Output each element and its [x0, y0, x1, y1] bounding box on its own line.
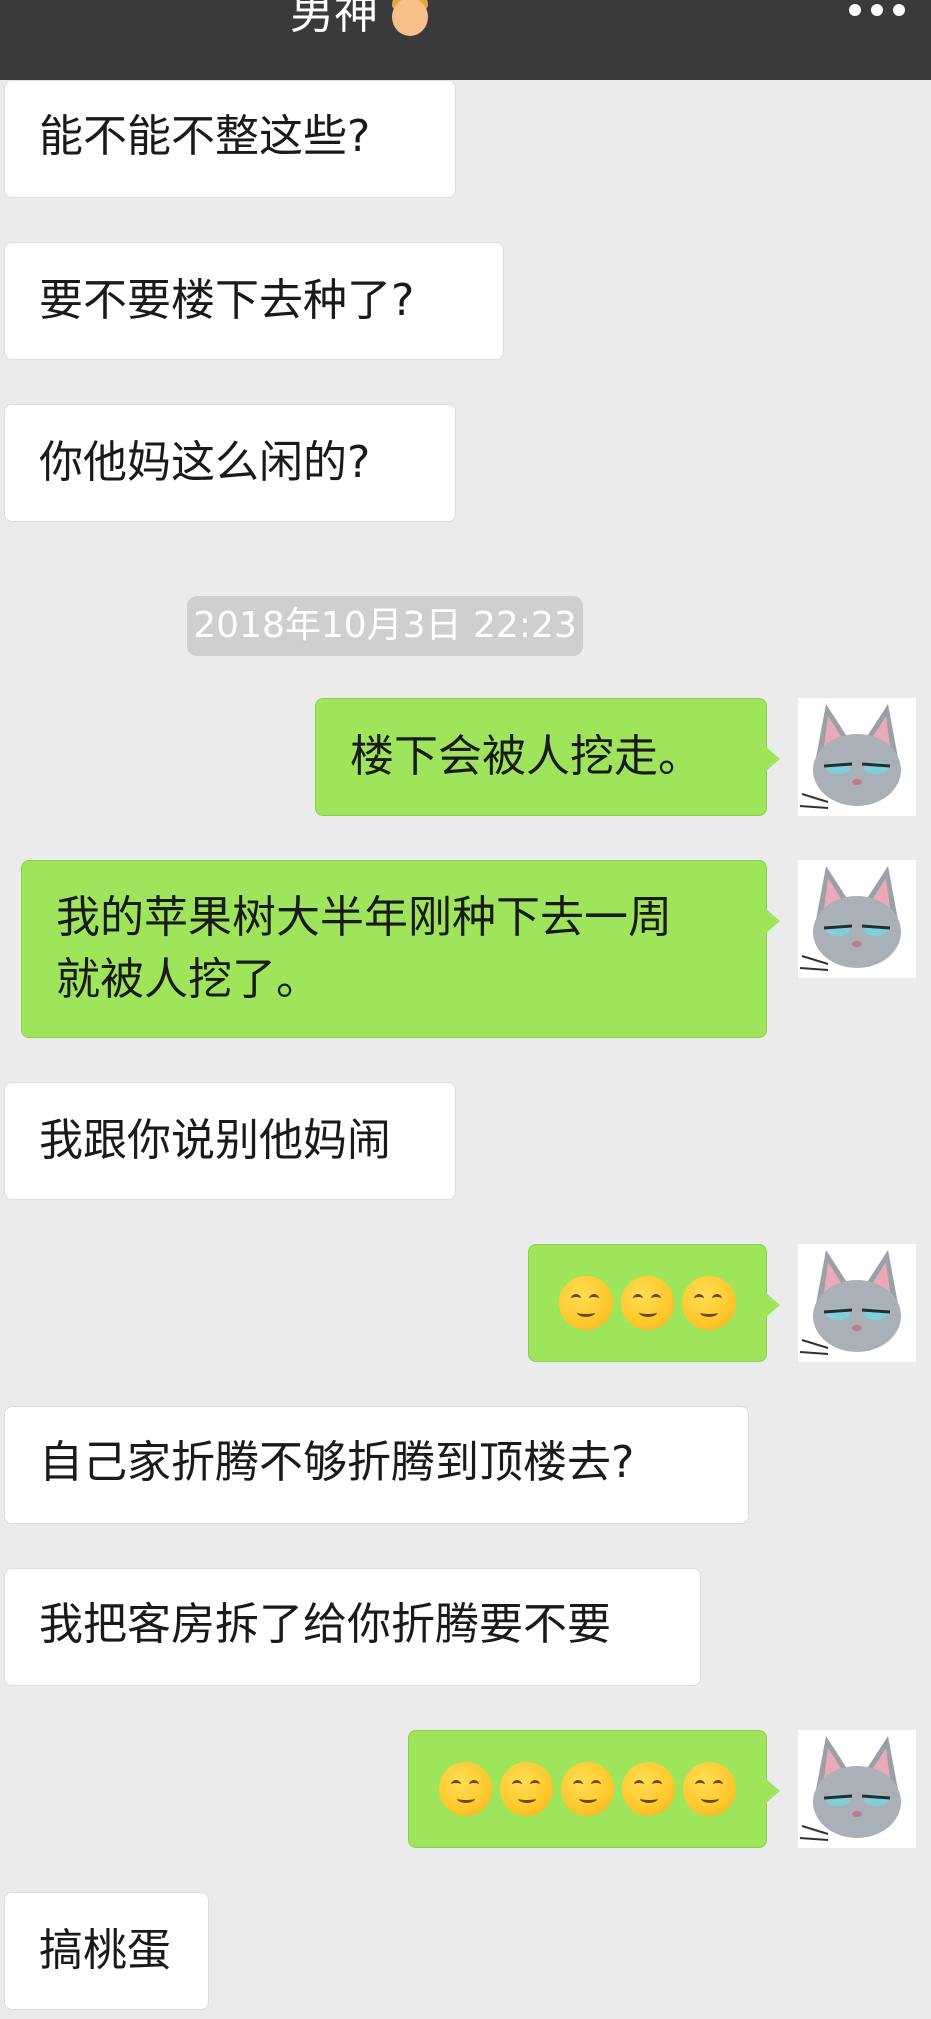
man-face-emoji-icon: [386, 0, 434, 38]
message-text: 你他妈这么闲的?: [39, 437, 371, 488]
relieved-face-emoji-icon: [620, 1276, 675, 1330]
outgoing-emoji-message[interactable]: [408, 1730, 780, 1848]
contact-name: 男神: [290, 0, 378, 39]
message-text: 我把客房拆了给你折腾要不要: [39, 1599, 611, 1650]
chat-timestamp: 2018年10月3日 22:23: [187, 596, 583, 656]
more-dots-icon[interactable]: [849, 4, 905, 16]
relieved-face-emoji-icon: [561, 1762, 614, 1816]
incoming-message[interactable]: 要不要楼下去种了?: [4, 242, 504, 360]
incoming-message[interactable]: 搞桃蛋: [4, 1892, 209, 2010]
message-text: 我跟你说别他妈闹: [39, 1115, 391, 1166]
gray-cat-avatar-icon[interactable]: [798, 698, 916, 816]
incoming-message[interactable]: 我跟你说别他妈闹: [4, 1082, 456, 1200]
gray-cat-avatar-icon[interactable]: [798, 1730, 916, 1848]
outgoing-message[interactable]: 楼下会被人挖走。: [315, 698, 780, 816]
message-text: 我的苹果树大半年刚种下去一周 就被人挖了。: [56, 892, 672, 1005]
message-text: 自己家折腾不够折腾到顶楼去?: [39, 1437, 635, 1488]
incoming-message[interactable]: 自己家折腾不够折腾到顶楼去?: [4, 1406, 749, 1524]
chat-header: 男神: [0, 0, 931, 80]
relieved-face-emoji-icon: [622, 1762, 675, 1816]
message-text: 要不要楼下去种了?: [39, 275, 415, 326]
incoming-message[interactable]: 能不能不整这些?: [4, 80, 456, 198]
relieved-face-emoji-icon: [439, 1762, 492, 1816]
relieved-face-emoji-icon: [683, 1762, 736, 1816]
relieved-face-emoji-icon: [500, 1762, 553, 1816]
relieved-face-emoji-icon: [682, 1276, 737, 1330]
incoming-message[interactable]: 我把客房拆了给你折腾要不要: [4, 1568, 701, 1686]
message-text: 能不能不整这些?: [39, 111, 371, 162]
message-text: 楼下会被人挖走。: [350, 731, 702, 782]
relieved-face-emoji-icon: [559, 1276, 613, 1330]
chat-title: 男神: [290, 0, 434, 44]
message-text: 搞桃蛋: [39, 1925, 171, 1976]
incoming-message[interactable]: 你他妈这么闲的?: [4, 404, 456, 522]
outgoing-message[interactable]: 我的苹果树大半年刚种下去一周 就被人挖了。: [21, 860, 780, 1038]
gray-cat-avatar-icon[interactable]: [798, 1244, 916, 1362]
outgoing-emoji-message[interactable]: [528, 1244, 780, 1362]
gray-cat-avatar-icon[interactable]: [798, 860, 916, 978]
